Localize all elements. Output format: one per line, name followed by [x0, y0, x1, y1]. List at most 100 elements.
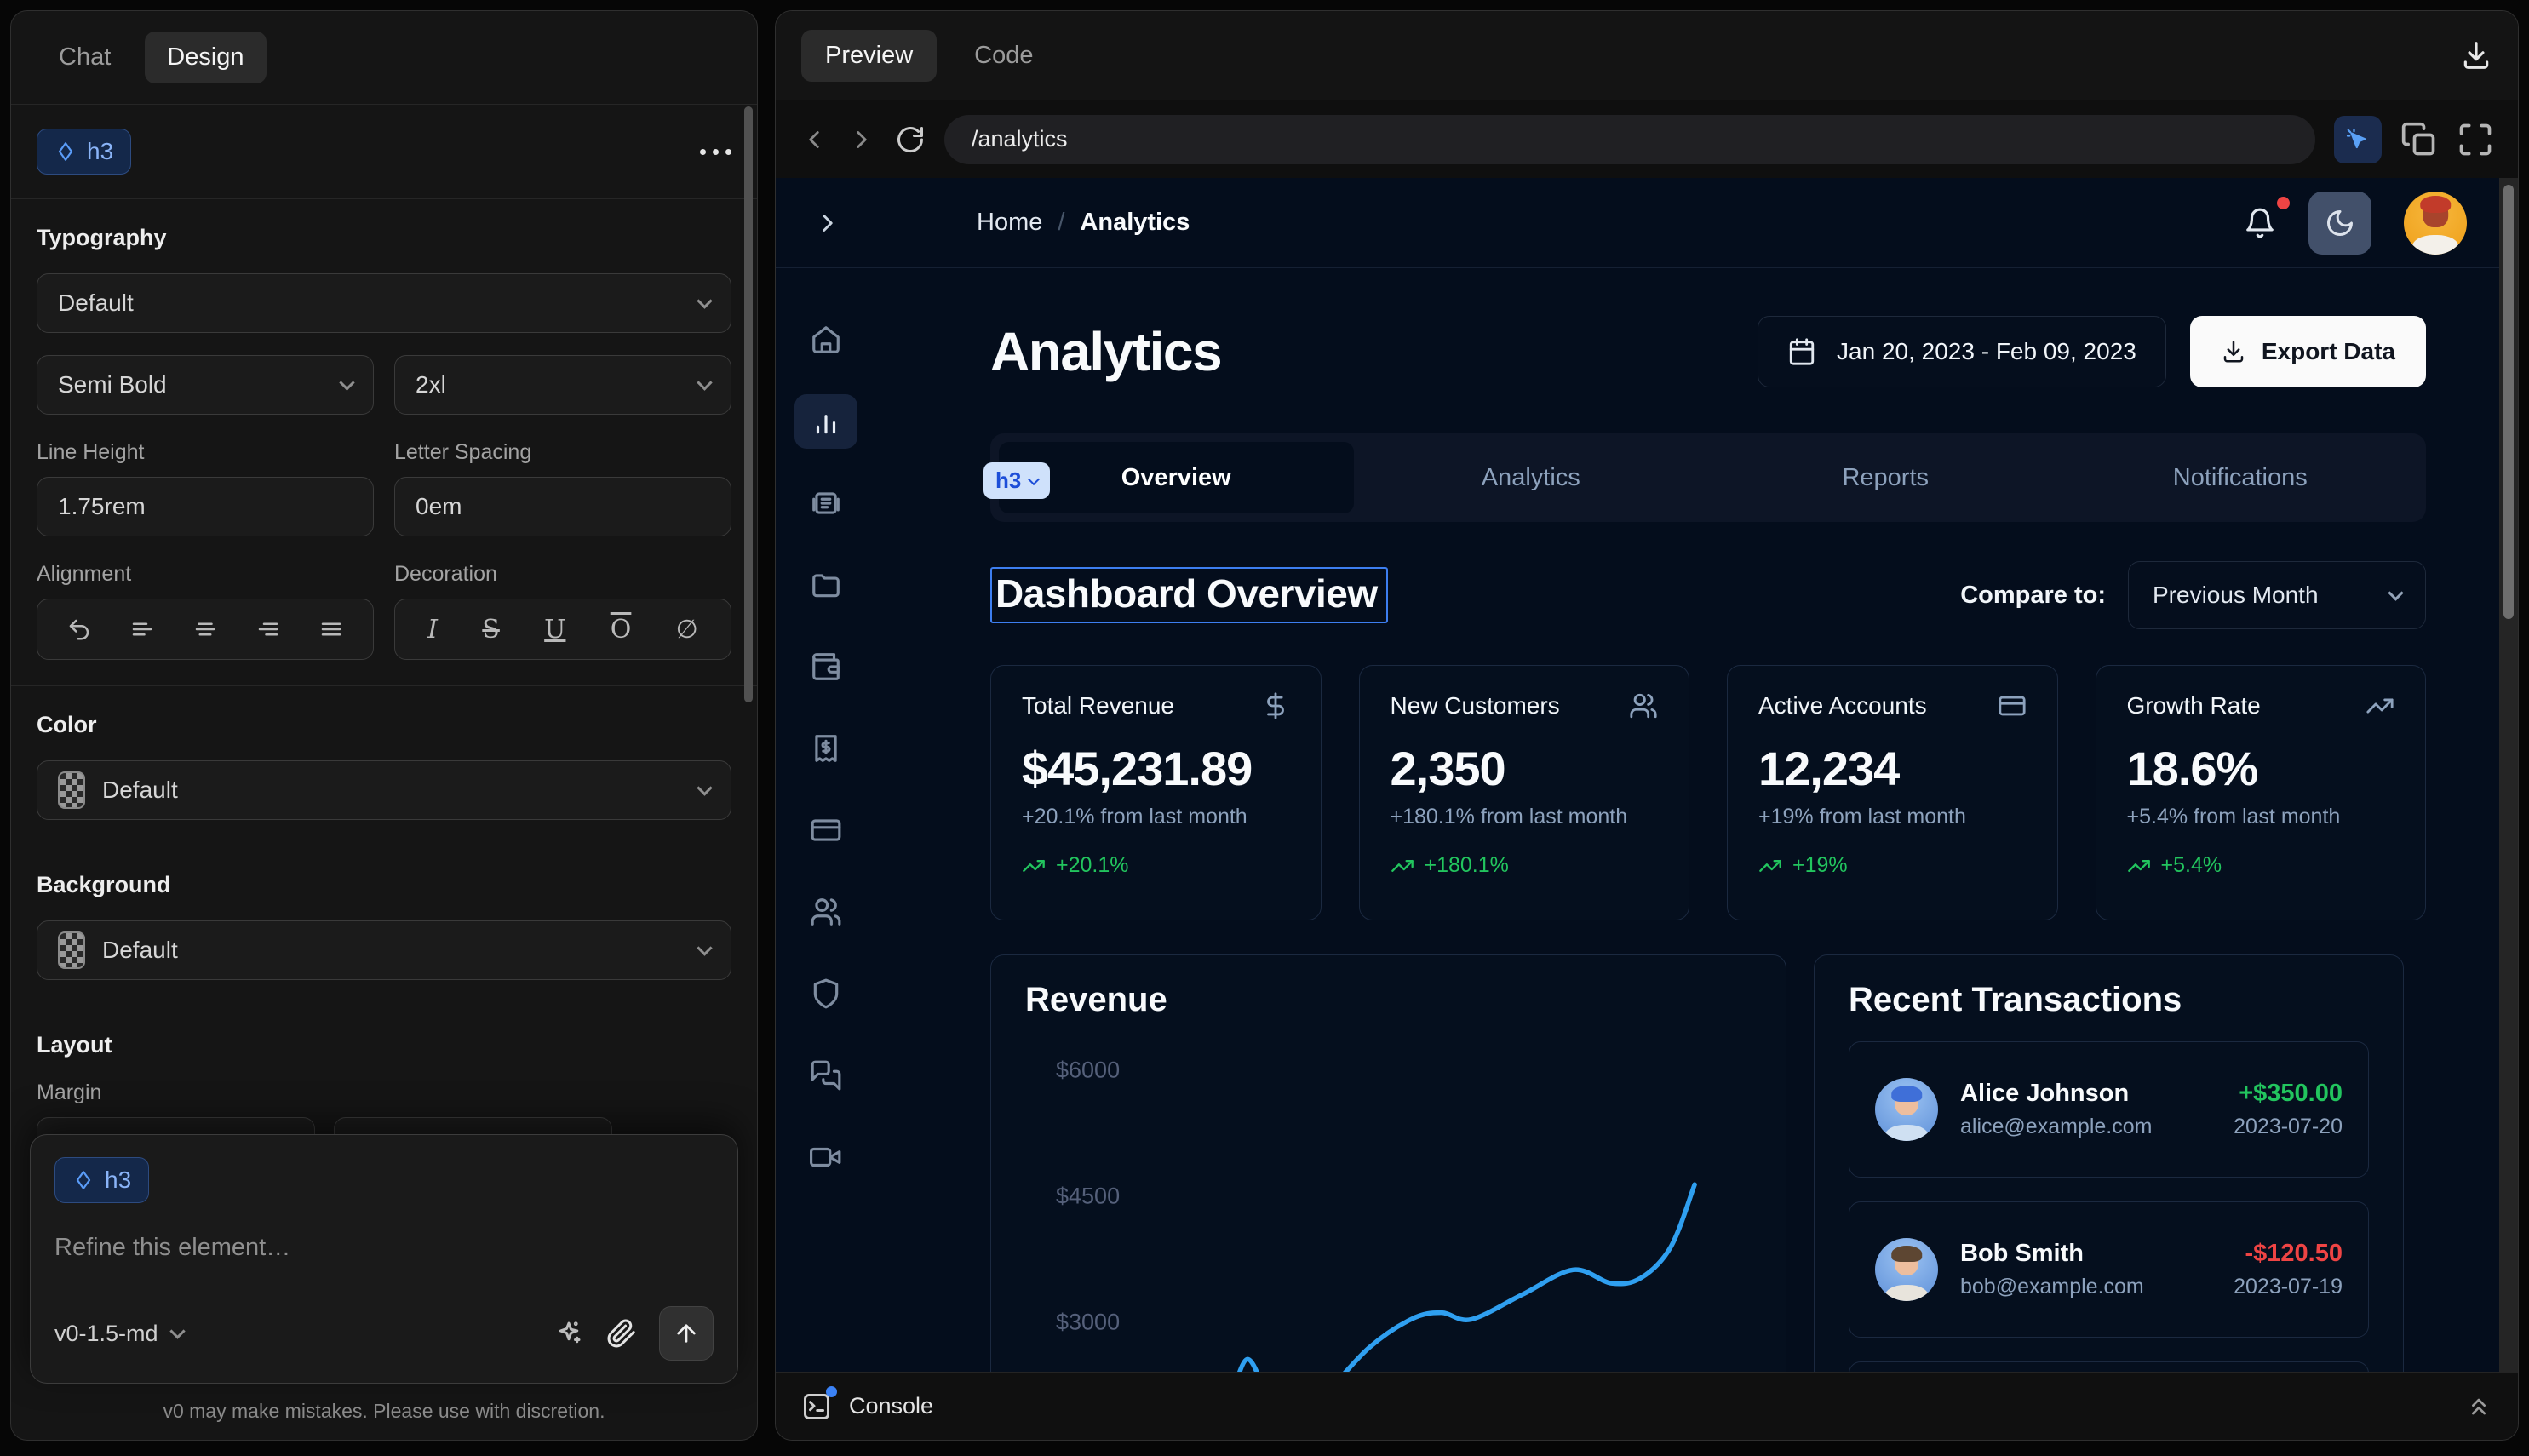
sidebar-scrollbar[interactable] [744, 106, 753, 702]
align-center-icon[interactable] [192, 616, 218, 642]
v0-workspace: Chat Design h3 Typography Default Semi B… [0, 0, 2529, 1456]
rail-folder-icon[interactable] [794, 558, 857, 612]
transaction-row[interactable]: Bob Smith bob@example.com -$120.50 2023-… [1849, 1201, 2369, 1338]
transaction-name: Alice Johnson [1960, 1080, 2152, 1108]
rail-credit-card-icon[interactable] [794, 803, 857, 857]
color-swatch [58, 771, 85, 809]
transaction-email: alice@example.com [1960, 1115, 2152, 1139]
date-range-text: Jan 20, 2023 - Feb 09, 2023 [1837, 338, 2136, 365]
trending-up-icon [2366, 691, 2394, 720]
align-left-icon[interactable] [129, 616, 155, 642]
no-decoration-icon[interactable]: ∅ [676, 615, 698, 645]
rail-bar-chart-icon[interactable] [794, 394, 857, 449]
composer-chip-tag: h3 [105, 1167, 131, 1194]
chevron-down-icon [2388, 585, 2403, 600]
rail-users-icon[interactable] [794, 885, 857, 939]
rail-video-icon[interactable] [794, 1130, 857, 1184]
theme-toggle-button[interactable] [2308, 192, 2371, 255]
undo-icon[interactable] [66, 616, 92, 642]
composer-input[interactable]: Refine this element… [54, 1234, 714, 1262]
fullscreen-icon[interactable] [2457, 121, 2494, 158]
avatar [1875, 1238, 1938, 1301]
line-height-input[interactable]: 1.75rem [37, 477, 374, 536]
letter-spacing-value: 0em [416, 493, 462, 520]
model-picker[interactable]: v0-1.5-md [54, 1321, 183, 1347]
selection-outline[interactable]: Dashboard Overview [990, 567, 1388, 623]
underline-icon[interactable]: U [544, 615, 565, 645]
page-title: Analytics [990, 320, 1221, 383]
bell-icon [2244, 207, 2276, 239]
decoration-label: Decoration [394, 562, 731, 587]
overline-icon[interactable]: O [611, 615, 632, 645]
date-range-button[interactable]: Jan 20, 2023 - Feb 09, 2023 [1758, 316, 2166, 387]
export-data-button[interactable]: Export Data [2190, 316, 2426, 387]
preview-viewport: Home / Analytics [776, 178, 2518, 1372]
tab-chat[interactable]: Chat [37, 32, 133, 83]
paperclip-icon[interactable] [606, 1318, 637, 1349]
color-section: Color Default [11, 686, 757, 846]
align-justify-icon[interactable] [318, 616, 344, 642]
rail-shield-icon[interactable] [794, 966, 857, 1021]
rail-receipt-icon[interactable] [794, 721, 857, 776]
rail-newspaper-icon[interactable] [794, 476, 857, 530]
back-icon[interactable] [800, 125, 829, 154]
letter-spacing-input[interactable]: 0em [394, 477, 731, 536]
stat-title: Active Accounts [1758, 692, 1927, 719]
rail-wallet-icon[interactable] [794, 639, 857, 694]
font-weight-select[interactable]: Semi Bold [37, 355, 374, 415]
chevron-down-icon [697, 293, 712, 308]
stats-grid: Total Revenue $45,231.89 +20.1% from las… [990, 665, 2426, 920]
composer-element-chip[interactable]: h3 [54, 1157, 149, 1203]
inspect-cursor-button[interactable] [2334, 116, 2382, 163]
sparkles-icon[interactable] [553, 1318, 584, 1349]
tab-code[interactable]: Code [950, 30, 1057, 82]
font-size-select[interactable]: 2xl [394, 355, 731, 415]
tab-notifications[interactable]: Notifications [2063, 442, 2418, 513]
url-input[interactable]: /analytics [944, 115, 2315, 164]
tab-overview[interactable]: Overview [999, 442, 1354, 513]
section-title: Dashboard Overview [995, 570, 1378, 616]
chevron-down-icon [697, 940, 712, 955]
selected-element-chip[interactable]: h3 [37, 129, 131, 175]
background-select[interactable]: Default [37, 920, 731, 980]
download-icon[interactable] [2460, 39, 2492, 72]
rail-home-icon[interactable] [794, 312, 857, 367]
notifications-button[interactable] [2244, 207, 2276, 239]
sidebar-toggle-icon[interactable] [813, 209, 842, 238]
tab-design[interactable]: Design [145, 32, 266, 83]
stat-card-growth-rate: Growth Rate 18.6% +5.4% from last month … [2096, 665, 2427, 920]
tab-reports[interactable]: Reports [1708, 442, 2063, 513]
tab-preview[interactable]: Preview [801, 30, 937, 82]
preview-scrollbar[interactable] [2499, 178, 2518, 1372]
transaction-row[interactable]: Alice Johnson alice@example.com +$350.00… [1849, 1041, 2369, 1178]
breadcrumb-home[interactable]: Home [977, 209, 1042, 237]
type-style-select[interactable]: Default [37, 273, 731, 333]
forward-icon[interactable] [847, 125, 876, 154]
arrow-up-icon [673, 1320, 700, 1347]
chevrons-up-icon[interactable] [2465, 1393, 2492, 1420]
element-tag-chip[interactable]: h3 [984, 462, 1050, 499]
rail-messages-icon[interactable] [794, 1048, 857, 1103]
more-menu-icon[interactable] [700, 149, 731, 155]
transactions-card: Recent Transactions Alice Johnson alice@… [1814, 954, 2404, 1372]
color-title: Color [37, 712, 731, 738]
color-select[interactable]: Default [37, 760, 731, 820]
diamond-icon [72, 1169, 95, 1191]
refresh-icon[interactable] [895, 124, 926, 155]
user-avatar[interactable] [2404, 192, 2467, 255]
alignment-toolbar [37, 599, 374, 660]
strikethrough-icon[interactable]: S [482, 615, 500, 645]
copy-icon[interactable] [2400, 121, 2438, 158]
stat-subtitle: +20.1% from last month [1022, 805, 1290, 829]
align-right-icon[interactable] [255, 616, 281, 642]
breadcrumb: Home / Analytics [977, 209, 1190, 237]
compare-select[interactable]: Previous Month [2128, 561, 2426, 629]
stat-trend-value: +19% [1792, 853, 1848, 878]
tab-analytics[interactable]: Analytics [1354, 442, 1709, 513]
alignment-label: Alignment [37, 562, 374, 587]
send-button[interactable] [659, 1306, 714, 1361]
chevron-down-icon [697, 780, 712, 795]
selected-element-row: h3 [11, 105, 757, 199]
italic-icon[interactable]: I [427, 615, 438, 645]
console-bar[interactable]: Console [776, 1372, 2518, 1440]
